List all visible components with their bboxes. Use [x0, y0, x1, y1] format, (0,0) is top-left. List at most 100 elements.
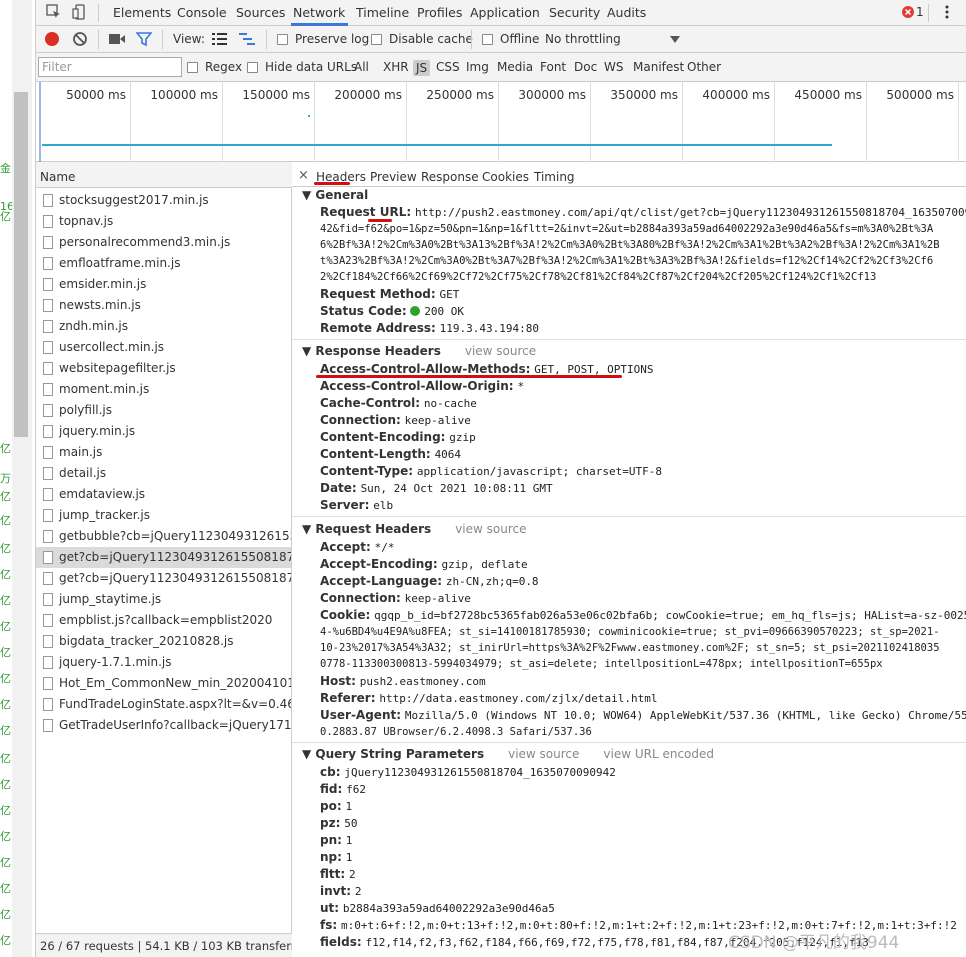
request-row[interactable]: newsts.min.js: [36, 295, 291, 316]
filter-icon[interactable]: [136, 31, 152, 47]
filter-type-media[interactable]: Media: [497, 60, 533, 74]
screenshot-camera-icon[interactable]: [108, 32, 126, 46]
regex-label[interactable]: Regex: [205, 60, 242, 74]
request-row[interactable]: detail.js: [36, 463, 291, 484]
toolbar-separator: [98, 30, 99, 49]
filter-type-manifest[interactable]: Manifest: [633, 60, 684, 74]
header-value-line: 0.2883.87 UBrowser/6.2.4098.3 Safari/537…: [320, 726, 592, 738]
view-source-link[interactable]: view source: [465, 344, 536, 358]
name-column-header[interactable]: Name: [36, 162, 292, 188]
detail-tab-cookies[interactable]: Cookies: [482, 170, 529, 184]
preserve-log-label[interactable]: Preserve log: [295, 32, 369, 46]
header-key: Access-Control-Allow-Methods:: [320, 362, 531, 376]
param-key: ut:: [320, 901, 340, 915]
request-row[interactable]: polyfill.js: [36, 400, 291, 421]
timeline-request-mark: [308, 115, 310, 117]
more-options-icon[interactable]: [939, 4, 955, 20]
request-row[interactable]: bigdata_tracker_20210828.js: [36, 631, 291, 652]
filter-type-js[interactable]: JS: [413, 60, 431, 76]
request-row[interactable]: usercollect.min.js: [36, 337, 291, 358]
response-headers-section-title[interactable]: ▼ Response Headers view source: [302, 344, 536, 358]
general-section-title[interactable]: ▼ General: [302, 188, 368, 202]
request-row[interactable]: FundTradeLoginState.aspx?lt=&v=0.4600...: [36, 694, 291, 715]
request-row[interactable]: Hot_Em_CommonNew_min_2020041010...: [36, 673, 291, 694]
view-source-link[interactable]: view source: [508, 747, 579, 761]
request-row[interactable]: jump_tracker.js: [36, 505, 291, 526]
large-rows-icon[interactable]: [212, 33, 227, 45]
regex-checkbox[interactable]: [187, 62, 198, 73]
request-row[interactable]: jquery-1.7.1.min.js: [36, 652, 291, 673]
view-url-encoded-link[interactable]: view URL encoded: [603, 747, 714, 761]
request-row[interactable]: moment.min.js: [36, 379, 291, 400]
status-code-label: Status Code:: [320, 304, 407, 318]
preserve-log-checkbox[interactable]: [277, 34, 288, 45]
clear-icon[interactable]: [72, 31, 88, 47]
network-overview-timeline[interactable]: 50000 ms 100000 ms 150000 ms 200000 ms 25000…: [36, 82, 966, 162]
request-row[interactable]: GetTradeUserInfo?callback=jQuery17107...: [36, 715, 291, 736]
tab-network[interactable]: Network: [293, 5, 345, 20]
filter-type-doc[interactable]: Doc: [574, 60, 597, 74]
request-row[interactable]: emdataview.js: [36, 484, 291, 505]
disable-cache-checkbox[interactable]: [371, 34, 382, 45]
request-row[interactable]: empblist.js?callback=empblist2020: [36, 610, 291, 631]
error-badge-icon[interactable]: [902, 6, 914, 18]
chevron-down-icon[interactable]: [670, 36, 680, 43]
offline-label[interactable]: Offline: [500, 32, 539, 46]
offline-checkbox[interactable]: [482, 34, 493, 45]
detail-tab-timing[interactable]: Timing: [534, 170, 575, 184]
param-value: 1: [345, 851, 353, 864]
filter-type-xhr[interactable]: XHR: [383, 60, 409, 74]
disable-cache-label[interactable]: Disable cache: [389, 32, 473, 46]
device-mode-icon[interactable]: [72, 4, 88, 20]
filter-type-ws[interactable]: WS: [604, 60, 623, 74]
tab-application[interactable]: Application: [470, 5, 540, 20]
tab-elements[interactable]: Elements: [113, 5, 171, 20]
filter-type-img[interactable]: Img: [466, 60, 489, 74]
request-row[interactable]: main.js: [36, 442, 291, 463]
request-row[interactable]: jump_staytime.js: [36, 589, 291, 610]
request-row[interactable]: emfloatframe.min.js: [36, 253, 291, 274]
request-name: detail.js: [59, 466, 107, 480]
tab-console[interactable]: Console: [177, 5, 227, 20]
file-icon: [43, 341, 53, 354]
hide-data-urls-label[interactable]: Hide data URLs: [265, 60, 357, 74]
request-row[interactable]: jquery.min.js: [36, 421, 291, 442]
record-icon[interactable]: [44, 31, 60, 47]
filter-type-font[interactable]: Font: [540, 60, 566, 74]
filter-type-all[interactable]: All: [354, 60, 369, 74]
filter-type-other[interactable]: Other: [687, 60, 721, 74]
request-name: jump_tracker.js: [59, 508, 150, 522]
page-scrollbar-thumb[interactable]: [14, 92, 28, 437]
request-row[interactable]: emsider.min.js: [36, 274, 291, 295]
header-key: Content-Type:: [320, 464, 414, 478]
request-name: websitepagefilter.js: [59, 361, 176, 375]
error-count[interactable]: 1: [916, 5, 924, 19]
detail-tab-preview[interactable]: Preview: [370, 170, 417, 184]
filter-type-css[interactable]: CSS: [436, 60, 460, 74]
request-row[interactable]: stocksuggest2017.min.js: [36, 190, 291, 211]
tab-timeline[interactable]: Timeline: [356, 5, 409, 20]
waterfall-overview-icon[interactable]: [239, 33, 255, 45]
tab-sources[interactable]: Sources: [236, 5, 285, 20]
request-name: jquery.min.js: [59, 424, 136, 438]
request-row[interactable]: get?cb=jQuery11230493126155081870...: [36, 547, 291, 568]
tab-profiles[interactable]: Profiles: [417, 5, 462, 20]
detail-tab-response[interactable]: Response: [421, 170, 479, 184]
filter-input[interactable]: Filter: [38, 57, 182, 77]
query-string-section-title[interactable]: ▼ Query String Parameters view source view…: [302, 747, 714, 761]
request-row[interactable]: websitepagefilter.js: [36, 358, 291, 379]
tab-audits[interactable]: Audits: [607, 5, 646, 20]
request-headers-section-title[interactable]: ▼ Request Headers view source: [302, 522, 526, 536]
request-row[interactable]: getbubble?cb=jQuery112304931261550...: [36, 526, 291, 547]
request-row[interactable]: zndh.min.js: [36, 316, 291, 337]
request-row[interactable]: personalrecommend3.min.js: [36, 232, 291, 253]
request-row[interactable]: topnav.js: [36, 211, 291, 232]
request-row[interactable]: get?cb=jQuery11230493126155081870...: [36, 568, 291, 589]
close-detail-icon[interactable]: ×: [298, 168, 309, 183]
tab-security[interactable]: Security: [549, 5, 600, 20]
inspect-element-icon[interactable]: [46, 4, 62, 20]
header-row-accept-language: Accept-Language: zh-CN,zh;q=0.8: [320, 574, 539, 588]
view-source-link[interactable]: view source: [455, 522, 526, 536]
hide-data-urls-checkbox[interactable]: [247, 62, 258, 73]
throttling-select[interactable]: No throttling: [545, 32, 621, 46]
